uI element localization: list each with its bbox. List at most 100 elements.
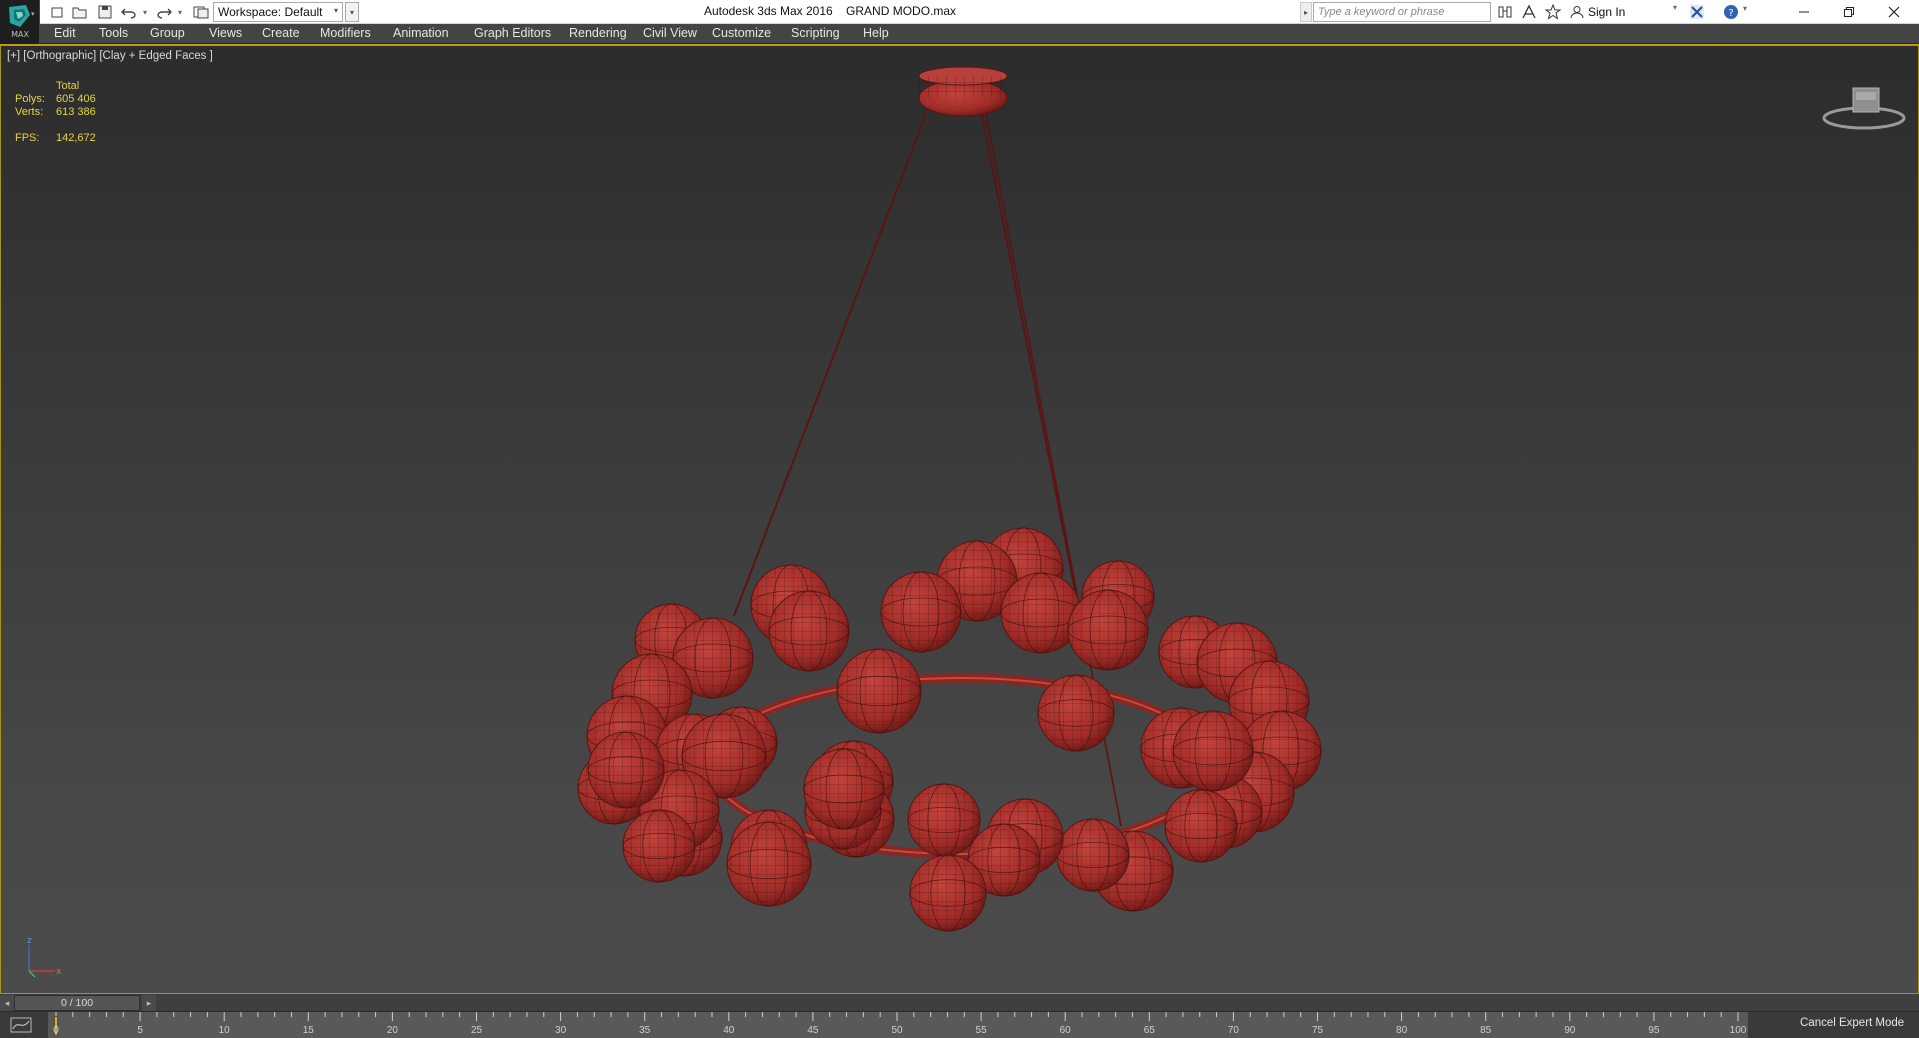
menu-group[interactable]: Group xyxy=(150,26,185,40)
menu-create[interactable]: Create xyxy=(262,26,300,40)
undo-button[interactable] xyxy=(120,3,138,21)
ruler-tick-label: 40 xyxy=(723,1025,735,1036)
menu-rendering[interactable]: Rendering xyxy=(569,26,627,40)
undo-dropdown-icon[interactable]: ▾ xyxy=(140,3,150,21)
chevron-down-icon: ▾ xyxy=(333,6,338,15)
save-file-button[interactable] xyxy=(96,3,114,21)
curve-editor-icon xyxy=(10,1017,32,1033)
ruler-tick-label: 15 xyxy=(302,1025,314,1036)
app-name: Autodesk 3ds Max 2016 xyxy=(703,4,833,18)
axis-x-label: x xyxy=(56,967,62,977)
chandelier-mesh xyxy=(577,66,1322,932)
menu-animation[interactable]: Animation xyxy=(393,26,449,40)
workspace-dropdown[interactable]: Workspace: Default ▾ xyxy=(213,2,343,22)
viewcube[interactable] xyxy=(1819,76,1909,136)
cancel-expert-mode-button[interactable]: Cancel Expert Mode xyxy=(1800,1017,1904,1029)
verts-label: Verts: xyxy=(15,106,44,118)
svg-text:?: ? xyxy=(1728,8,1733,19)
menu-customize[interactable]: Customize xyxy=(712,26,771,40)
globe-mesh xyxy=(908,784,980,856)
menu-civil-view[interactable]: Civil View xyxy=(643,26,697,40)
search-expand-button[interactable]: ▸ xyxy=(1300,2,1312,22)
globe-mesh xyxy=(1001,573,1081,653)
title-bar: MAX ▾ ▾ ▾ Workspace: Default ▾ ▾ Autodes… xyxy=(0,0,1919,44)
globe-mesh xyxy=(1038,675,1114,751)
polys-value: 605 406 xyxy=(56,93,96,105)
ruler-tick-label: 35 xyxy=(639,1025,651,1036)
minimize-icon xyxy=(1799,11,1809,13)
minimize-button[interactable] xyxy=(1781,0,1827,24)
viewport-label[interactable]: [+] [Orthographic] [Clay + Edged Faces ] xyxy=(7,50,213,62)
menu-scripting[interactable]: Scripting xyxy=(791,26,840,40)
globe-mesh xyxy=(1173,711,1253,791)
menu-modifiers[interactable]: Modifiers xyxy=(320,26,371,40)
project-folder-button[interactable] xyxy=(192,3,210,21)
window-title: Autodesk 3ds Max 2016 GRAND MODO.max xyxy=(600,4,1060,18)
menu-help[interactable]: Help xyxy=(863,26,889,40)
application-menu-button[interactable]: MAX ▾ xyxy=(0,0,40,44)
previous-frame-button[interactable]: ◂ xyxy=(0,995,14,1011)
search-binoculars-button[interactable] xyxy=(1496,3,1514,21)
help-dropdown-icon[interactable]: ▾ xyxy=(1743,4,1747,13)
favorites-button[interactable] xyxy=(1544,3,1562,21)
viewcube-face-icon xyxy=(1856,92,1876,100)
sign-in-label: Sign In xyxy=(1588,5,1626,19)
file-name: GRAND MODO.max xyxy=(846,4,957,18)
orthographic-viewport[interactable]: [+] [Orthographic] [Clay + Edged Faces ]… xyxy=(0,46,1919,994)
undo-icon xyxy=(121,8,136,19)
workspace-options-button[interactable]: ▾ xyxy=(345,2,359,22)
new-file-button[interactable] xyxy=(48,3,66,21)
ruler-tick-label: 50 xyxy=(891,1025,903,1036)
globe-mesh xyxy=(1057,819,1129,891)
ruler-tick-label: 90 xyxy=(1564,1025,1576,1036)
search-input[interactable]: Type a keyword or phrase xyxy=(1313,2,1491,22)
globe-mesh xyxy=(910,855,986,931)
open-file-button[interactable] xyxy=(71,3,89,21)
ruler-tick-label: 85 xyxy=(1480,1025,1492,1036)
menu-bar: Edit Tools Group Views Create Modifiers … xyxy=(0,24,1919,44)
polys-label: Polys: xyxy=(15,93,45,105)
restore-icon xyxy=(1844,7,1854,17)
axis-tripod-icon: z x xyxy=(27,936,62,978)
ruler-tick-label: 30 xyxy=(555,1025,567,1036)
next-frame-button[interactable]: ▸ xyxy=(142,995,156,1011)
ruler-tick-label: 95 xyxy=(1648,1025,1660,1036)
menu-edit[interactable]: Edit xyxy=(54,26,76,40)
ruler-tick-label: 70 xyxy=(1227,1025,1239,1036)
restore-button[interactable] xyxy=(1826,0,1872,24)
ruler-tick-label: 25 xyxy=(470,1025,483,1036)
globe-mesh xyxy=(804,749,884,829)
app-window: MAX ▾ ▾ ▾ Workspace: Default ▾ ▾ Autodes… xyxy=(0,0,1919,1038)
track-bar-settings-button[interactable] xyxy=(8,1016,34,1034)
exchange-apps-button[interactable] xyxy=(1688,3,1706,21)
redo-button[interactable] xyxy=(155,3,173,21)
globe-mesh xyxy=(727,822,811,906)
menu-graph-editors[interactable]: Graph Editors xyxy=(474,26,551,40)
globe-mesh xyxy=(837,649,921,733)
ruler-tick-label: 80 xyxy=(1396,1025,1408,1036)
new-file-icon xyxy=(51,7,63,18)
redo-dropdown-icon[interactable]: ▾ xyxy=(175,3,185,21)
subscription-center-button[interactable] xyxy=(1520,3,1538,21)
globe-mesh xyxy=(881,572,961,652)
save-icon xyxy=(98,5,112,19)
close-icon xyxy=(1888,6,1900,18)
menu-views[interactable]: Views xyxy=(209,26,242,40)
frame-ruler[interactable]: 0 5 10 15 20 25 30 35 40 45 50 55 60 65 70 75 80 85 90 95 10… xyxy=(48,1012,1748,1038)
sign-in-button[interactable]: Sign In xyxy=(1570,2,1625,22)
chandelier-model[interactable] xyxy=(1,46,1919,994)
redo-icon xyxy=(157,8,172,19)
time-slider[interactable]: ◂ 0 / 100 ▸ xyxy=(0,994,1919,1012)
globe-mesh xyxy=(1165,790,1237,862)
ruler-tick-label: 65 xyxy=(1143,1025,1155,1036)
help-button[interactable]: ? xyxy=(1722,3,1740,21)
user-icon xyxy=(1570,6,1584,19)
workspace-label: Workspace: Default xyxy=(218,5,323,19)
globe-mesh xyxy=(769,591,849,671)
time-slider-thumb[interactable]: 0 / 100 xyxy=(14,995,140,1011)
app-menu-caret-icon: ▾ xyxy=(31,11,35,18)
menu-tools[interactable]: Tools xyxy=(99,26,128,40)
sign-in-dropdown-icon[interactable]: ▾ xyxy=(1673,3,1677,12)
close-button[interactable] xyxy=(1871,0,1917,24)
suspension-cable xyxy=(733,113,927,617)
